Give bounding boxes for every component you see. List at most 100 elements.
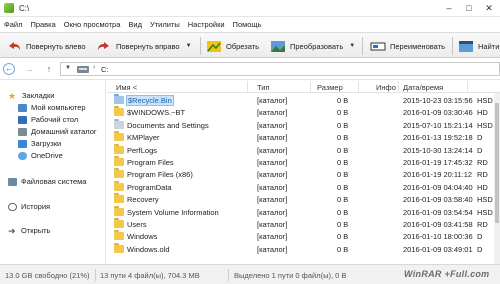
sidebar-open[interactable]: ➜ Открыть (8, 225, 50, 236)
column-divider[interactable] (247, 81, 248, 92)
find-label: Найти (478, 41, 500, 51)
status-selected: Выделено 1 пути 0 файл(ы), 0 B (234, 271, 347, 280)
menu-viewer-window[interactable]: Окно просмотра (60, 17, 125, 32)
cell-size: 0 B (337, 145, 349, 155)
table-row[interactable]: Documents and Settings [каталог] 0 B 2015-0… (107, 118, 500, 131)
convert-label: Преобразовать (290, 41, 344, 51)
cell-name: Recovery (127, 195, 159, 205)
column-size[interactable]: Размер (317, 83, 343, 92)
menu-settings[interactable]: Настройки (184, 17, 229, 32)
column-divider[interactable] (467, 81, 468, 92)
vertical-scrollbar[interactable] (494, 93, 500, 264)
cloud-icon (18, 151, 27, 160)
sidebar-item-onedrive[interactable]: OneDrive (18, 150, 63, 161)
back-button[interactable]: ← (3, 63, 15, 75)
sidebar-history[interactable]: История (8, 201, 50, 212)
find-button[interactable]: Найти (458, 36, 499, 56)
chevron-down-icon[interactable]: ▼ (65, 65, 71, 71)
cell-attributes: D (477, 232, 483, 242)
sidebar-item-my-computer[interactable]: Мой компьютер (18, 102, 86, 113)
table-row[interactable]: Program Files [каталог] 0 B 2016-01-19 17:4… (107, 156, 500, 168)
drive-icon (8, 177, 17, 186)
cell-size: 0 B (337, 232, 349, 242)
title-bar: C:\ – □ ✕ (0, 0, 500, 17)
folder-icon (114, 106, 124, 117)
sidebar-item-home[interactable]: Домашний каталог (18, 126, 97, 137)
column-date[interactable]: Дата/время (403, 83, 443, 92)
chevron-down-icon[interactable]: ▼ (349, 43, 355, 49)
computer-icon (18, 103, 27, 112)
cell-name: KMPlayer (127, 133, 160, 143)
table-row[interactable]: System Volume Information [каталог] 0 B 201… (107, 205, 500, 218)
sidebar-item-desktop[interactable]: Рабочий стол (18, 114, 78, 125)
close-button[interactable]: ✕ (480, 1, 498, 15)
cell-date: 2016-01-10 18:00:36 (403, 232, 473, 242)
up-button[interactable]: ↑ (42, 63, 56, 75)
cell-attributes: RD (477, 220, 488, 229)
forward-button[interactable]: → (22, 63, 36, 75)
sidebar-open-label: Открыть (21, 226, 51, 235)
rotate-right-button[interactable]: Повернуть вправо ▼ (96, 36, 192, 56)
table-row[interactable]: Recovery [каталог] 0 B 2016-01-09 03:58:40 H… (107, 193, 500, 205)
file-list-header: Имя < Тип Размер Инфо Дата/время (107, 80, 500, 93)
table-row[interactable]: Windows [каталог] 0 B 2016-01-10 18:00:36 D (107, 230, 500, 242)
table-row[interactable]: ProgramData [каталог] 0 B 2016-01-09 04:04:… (107, 180, 500, 193)
folder-icon (114, 156, 124, 166)
table-row[interactable]: Users [каталог] 0 B 2016-01-09 03:41:58 RD (107, 218, 500, 230)
cell-name: Users (127, 220, 147, 229)
app-icon (4, 3, 14, 13)
cell-type: [каталог] (257, 207, 288, 217)
sidebar-bookmarks[interactable]: ★ Закладки (8, 90, 54, 101)
download-icon (18, 139, 27, 148)
menu-edit[interactable]: Правка (26, 17, 59, 32)
menu-view[interactable]: Вид (124, 17, 146, 32)
column-divider[interactable] (358, 81, 359, 92)
cell-type: [каталог] (257, 220, 288, 229)
rename-button[interactable]: Переименовать (370, 36, 445, 56)
cell-date: 2016-01-09 03:30:46 (403, 108, 473, 118)
menu-tools[interactable]: Утилиты (146, 17, 184, 32)
rotate-left-icon (6, 39, 22, 54)
convert-icon (270, 39, 286, 54)
recycle-bin-icon (114, 94, 124, 104)
menu-file[interactable]: Файл (0, 17, 26, 32)
table-row[interactable]: $WINDOWS.~BT [каталог] 0 B 2016-01-09 03:30… (107, 106, 500, 118)
folder-icon (114, 168, 124, 179)
table-row[interactable]: $Recycle.Bin [каталог] 0 B 2015-10-23 03:15… (107, 94, 500, 106)
crop-button[interactable]: Обрезать (206, 36, 259, 56)
path-input[interactable]: ▼ › C: (60, 62, 500, 76)
cell-name: ProgramData (127, 182, 172, 192)
cell-size: 0 B (337, 170, 349, 180)
column-info[interactable]: Инфо (376, 83, 396, 92)
table-row[interactable]: Program Files (x86) [каталог] 0 B 2016-01-1… (107, 168, 500, 180)
maximize-button[interactable]: □ (460, 1, 478, 15)
crop-label: Обрезать (226, 41, 260, 51)
folder-icon (114, 131, 124, 142)
cell-size: 0 B (337, 195, 349, 205)
table-row[interactable]: KMPlayer [каталог] 0 B 2016-01-13 19:52:18 D (107, 131, 500, 143)
cell-date: 2016-01-09 03:58:40 (403, 195, 473, 205)
column-type[interactable]: Тип (257, 83, 270, 92)
chevron-down-icon[interactable]: ▼ (186, 43, 192, 49)
column-divider[interactable] (398, 81, 399, 92)
rotate-right-icon (96, 39, 112, 54)
sidebar-filesystem[interactable]: Файловая система (8, 176, 86, 187)
find-icon (458, 39, 474, 54)
cell-type: [каталог] (257, 158, 288, 167)
table-row[interactable]: PerfLogs [каталог] 0 B 2015-10-30 13:24:14 D (107, 143, 500, 156)
folder-icon (114, 118, 124, 129)
table-row[interactable]: Windows.old [каталог] 0 B 2016-01-09 03:49:… (107, 242, 500, 255)
cell-size: 0 B (337, 158, 349, 167)
menu-help[interactable]: Помощь (229, 17, 266, 32)
minimize-button[interactable]: – (440, 1, 458, 15)
column-name[interactable]: Имя < (116, 83, 137, 92)
cell-attributes: RD (477, 170, 488, 180)
star-icon: ★ (8, 90, 17, 101)
rotate-left-button[interactable]: Повернуть влево (6, 36, 86, 56)
column-divider[interactable] (310, 81, 311, 92)
rotate-right-label: Повернуть вправо (116, 41, 180, 51)
sidebar-item-downloads[interactable]: Загрузки (18, 138, 61, 149)
convert-button[interactable]: Преобразовать ▼ (270, 36, 355, 56)
desktop-icon (18, 115, 27, 124)
scrollbar-thumb[interactable] (495, 103, 499, 223)
